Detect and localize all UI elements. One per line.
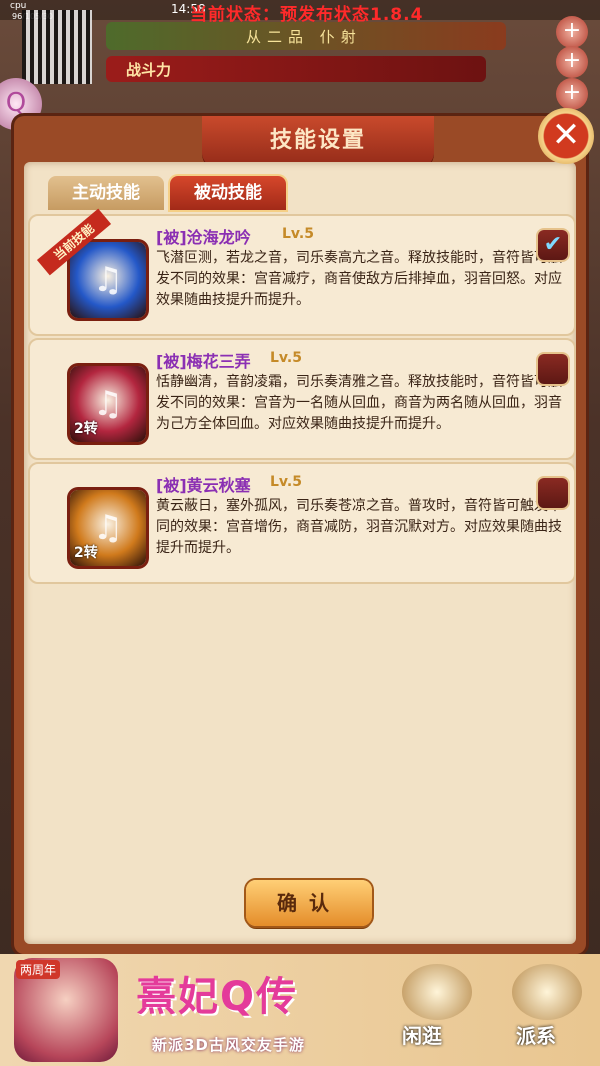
rank-bar: 从二品 仆射 <box>106 22 506 50</box>
skill-description: 恬静幽清，音韵凌霜，司乐奏清雅之音。释放技能时，音符皆可触发不同的效果：宫音为一… <box>156 374 562 432</box>
dialog-body: 主动技能 被动技能 ♫ 当前技能 [被]沧海龙吟 Lv.5 飞潜叵测，若龙之音，… <box>24 162 576 944</box>
skill-name: [被]沧海龙吟 <box>156 228 251 247</box>
plus-icon[interactable]: + <box>556 46 588 78</box>
anniversary-badge: 两周年 <box>16 960 61 979</box>
plus-icon[interactable]: + <box>556 78 588 110</box>
skill-checkbox[interactable] <box>538 478 568 508</box>
faction-icon[interactable] <box>512 964 582 1020</box>
skill-checkbox[interactable]: ✔ <box>538 230 568 260</box>
tab-active-skills[interactable]: 主动技能 <box>48 176 164 210</box>
skill-description: 黄云蔽日，塞外孤风，司乐奏苍凉之音。普攻时，音符皆可触发不同的效果：宫音增伤，商… <box>156 498 562 556</box>
confirm-button[interactable]: 确认 <box>246 880 372 926</box>
nav-faction[interactable]: 派系 <box>516 1020 556 1049</box>
skill-icon-frame: ♫ 2转 <box>70 490 146 566</box>
note-icon: ♫ <box>92 260 124 300</box>
skill-card[interactable]: ♫ 2转 [被]黄云秋塞 Lv.5 黄云蔽日，塞外孤风，司乐奏苍凉之音。普攻时，… <box>28 462 576 584</box>
rank-text: 从二品 仆射 <box>246 28 362 46</box>
skill-settings-dialog: 技能设置 主动技能 被动技能 ♫ 当前技能 [被]沧海龙吟 Lv.5 飞潜叵测，… <box>14 116 586 954</box>
skill-level: Lv.5 <box>270 350 302 366</box>
qr-code <box>22 10 92 84</box>
skill-name: [被]黄云秋塞 <box>156 476 251 495</box>
skill-level: Lv.5 <box>282 226 314 242</box>
nav-stroll[interactable]: 闲逛 <box>402 1020 442 1049</box>
skill-icon-frame: ♫ 2转 <box>70 366 146 442</box>
turn-label: 2转 <box>74 545 98 561</box>
skill-checkbox[interactable] <box>538 354 568 384</box>
skill-name: [被]梅花三弄 <box>156 352 251 371</box>
turn-label: 2转 <box>74 421 98 437</box>
skill-card[interactable]: ♫ 2转 [被]梅花三弄 Lv.5 恬静幽清，音韵凌霜，司乐奏清雅之音。释放技能… <box>28 338 576 460</box>
game-tagline: 新派3D古风交友手游 <box>152 1036 305 1054</box>
promo-banner: 两周年 熹妃Q传 新派3D古风交友手游 闲逛 派系 <box>0 954 600 1066</box>
dialog-title: 技能设置 <box>202 116 434 168</box>
skill-description: 飞潜叵测，若龙之音，司乐奏高亢之音。释放技能时，音符皆可触发不同的效果：宫音减疗… <box>156 250 562 308</box>
power-label: 战斗力 <box>126 61 172 79</box>
skill-level: Lv.5 <box>270 474 302 490</box>
power-bar: 战斗力 <box>106 56 486 82</box>
skill-icon-frame: ♫ <box>70 242 146 318</box>
plus-icon[interactable]: + <box>556 16 588 48</box>
skill-card[interactable]: ♫ 当前技能 [被]沧海龙吟 Lv.5 飞潜叵测，若龙之音，司乐奏高亢之音。释放… <box>28 208 576 336</box>
game-logo: 熹妃Q传 <box>136 974 299 1020</box>
stroll-icon[interactable] <box>402 964 472 1020</box>
skill-list: ♫ 当前技能 [被]沧海龙吟 Lv.5 飞潜叵测，若龙之音，司乐奏高亢之音。释放… <box>24 208 576 934</box>
close-icon[interactable]: ✕ <box>538 108 594 164</box>
tab-passive-skills[interactable]: 被动技能 <box>170 176 286 210</box>
